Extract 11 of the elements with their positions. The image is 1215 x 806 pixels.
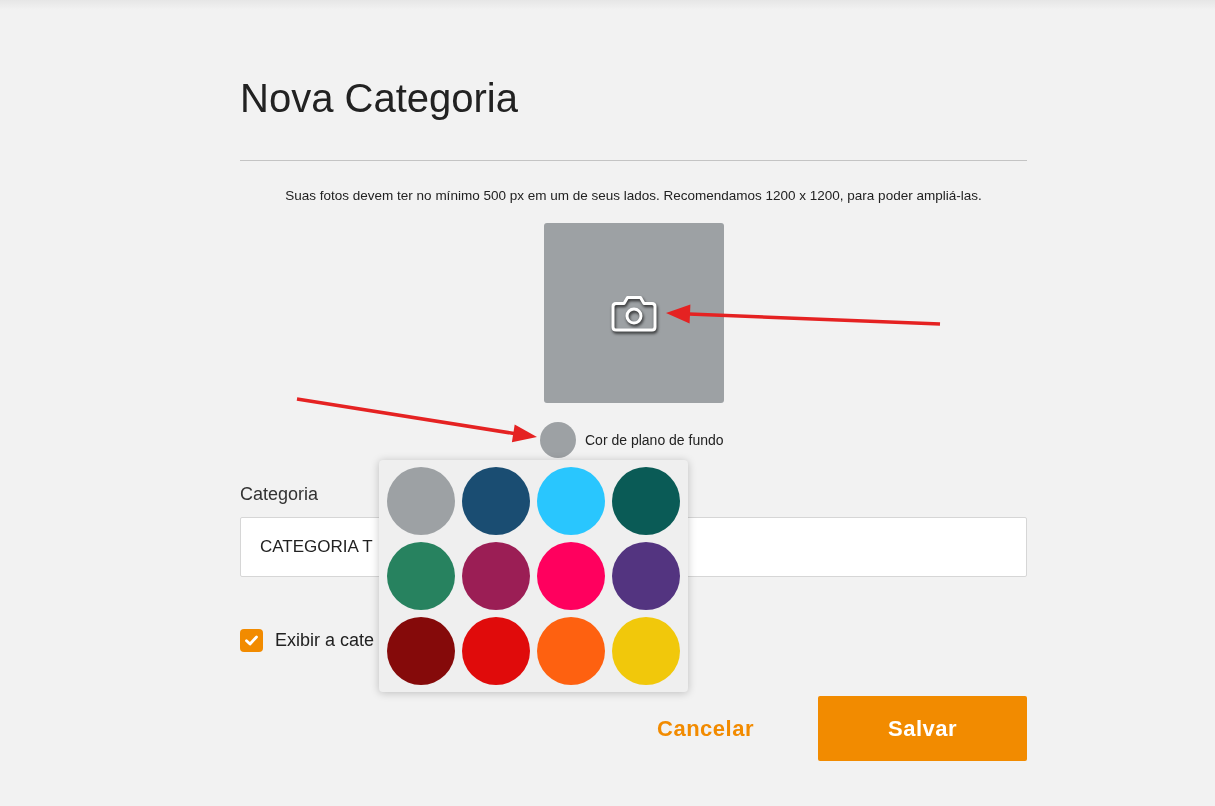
camera-icon: [610, 294, 657, 332]
color-dot-icon[interactable]: [540, 422, 576, 458]
background-color-label: Cor de plano de fundo: [585, 432, 724, 448]
page-title: Nova Categoria: [240, 75, 518, 122]
photo-upload-area[interactable]: [543, 223, 724, 403]
photo-size-hint: Suas fotos devem ter no mínimo 500 px em um de seus lados. Recomendamos 1200 x 1200, para poder ampliá-las.: [285, 187, 982, 205]
field-label: Categoria: [240, 483, 319, 505]
cancel-link[interactable]: Cancelar: [641, 707, 770, 750]
checkbox-label: Exibir a cate: [275, 629, 375, 652]
checkbox[interactable]: [240, 628, 263, 652]
save-button[interactable]: Salvar: [818, 696, 1027, 761]
